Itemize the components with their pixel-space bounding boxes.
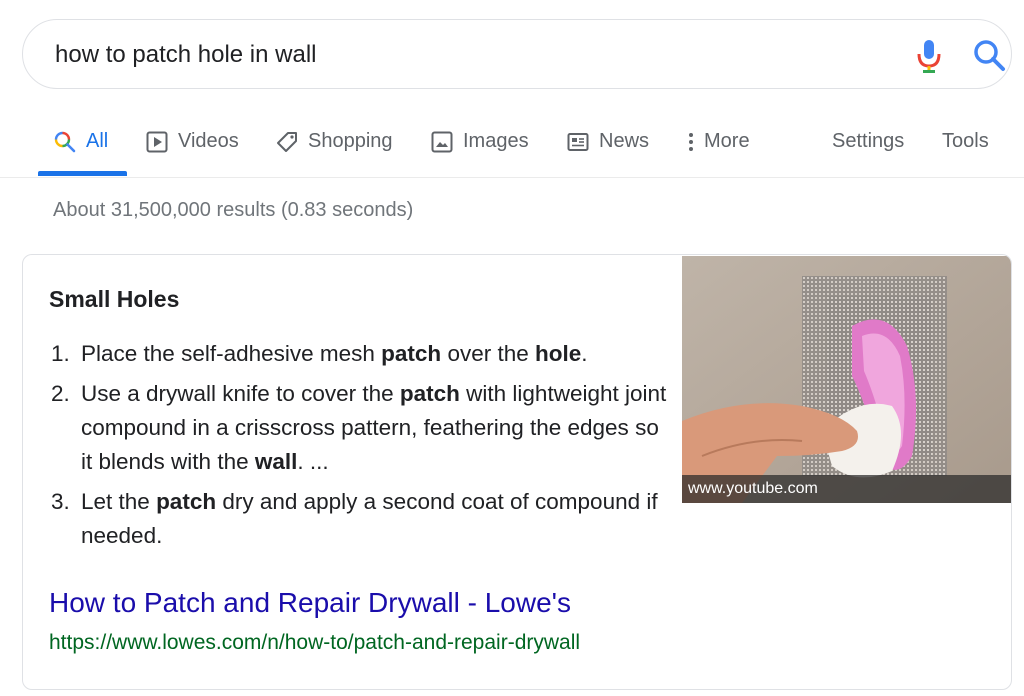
step-number: 3. [51,489,70,514]
thumbnail-image [682,256,1011,503]
snippet-step: 3. Let the patch dry and apply a second c… [51,485,671,553]
image-icon [431,131,453,153]
newspaper-icon [567,133,589,151]
snippet-thumbnail[interactable]: www.youtube.com [682,256,1011,503]
search-icon [54,131,76,153]
result-stats: About 31,500,000 results (0.83 seconds) [53,199,414,221]
tab-more[interactable]: More [686,118,750,178]
result-url: https://www.lowes.com/n/how-to/patch-and… [49,631,581,654]
highlighted-term: patch [399,381,460,406]
settings-link[interactable]: Settings [832,118,904,178]
highlighted-term: patch [156,489,217,514]
step-text-segment: . [581,341,588,366]
search-box[interactable] [22,19,1012,89]
step-text-segment: Use a drywall knife to cover the [81,381,400,406]
search-input[interactable] [55,38,835,72]
tab-label: Images [463,130,529,152]
snippet-step: 2. Use a drywall knife to cover the patch… [51,377,671,479]
microphone-icon[interactable] [914,38,944,74]
snippet-step: 1. Place the self-adhesive mesh patch ove… [51,337,671,371]
tab-label: News [599,130,650,152]
step-text: Use a drywall knife to cover the patch w… [81,377,671,479]
tab-all[interactable]: All [54,118,108,178]
result-title-link[interactable]: How to Patch and Repair Drywall - Lowe's [49,587,571,619]
step-text-segment: over the [441,341,535,366]
highlighted-term: wall [254,449,298,474]
snippet-title: Small Holes [49,286,180,312]
search-tabs: All Videos Shopping Images News More Set… [0,118,1024,178]
active-tab-indicator [38,171,127,176]
tab-videos[interactable]: Videos [146,118,239,178]
play-icon [146,131,168,153]
tab-images[interactable]: Images [431,118,529,178]
tools-link[interactable]: Tools [942,118,989,178]
step-number: 1. [51,341,70,366]
tab-label: Videos [178,130,239,152]
tab-label: More [704,130,750,152]
highlighted-term: hole [535,341,582,366]
tab-label: All [86,130,109,152]
tab-shopping[interactable]: Shopping [276,118,393,178]
divider [0,177,1024,178]
more-vert-icon [689,133,693,151]
tools-label: Tools [942,130,989,152]
tab-news[interactable]: News [567,118,649,178]
tag-icon [277,132,297,152]
featured-snippet: Small Holes 1. Place the self-adhesive me… [22,254,1012,690]
step-text: Let the patch dry and apply a second coa… [81,485,671,553]
search-icon[interactable] [972,38,1008,74]
settings-label: Settings [832,130,905,152]
thumbnail-source: www.youtube.com [682,475,1011,503]
snippet-steps: 1. Place the self-adhesive mesh patch ove… [51,337,671,559]
step-text-segment: Let the [81,489,157,514]
step-text: Place the self-adhesive mesh patch over … [81,337,671,371]
tab-label: Shopping [308,130,393,152]
step-number: 2. [51,381,70,406]
step-text-segment: Place the self-adhesive mesh [81,341,382,366]
step-text-segment: . ... [297,449,329,474]
highlighted-term: patch [381,341,442,366]
